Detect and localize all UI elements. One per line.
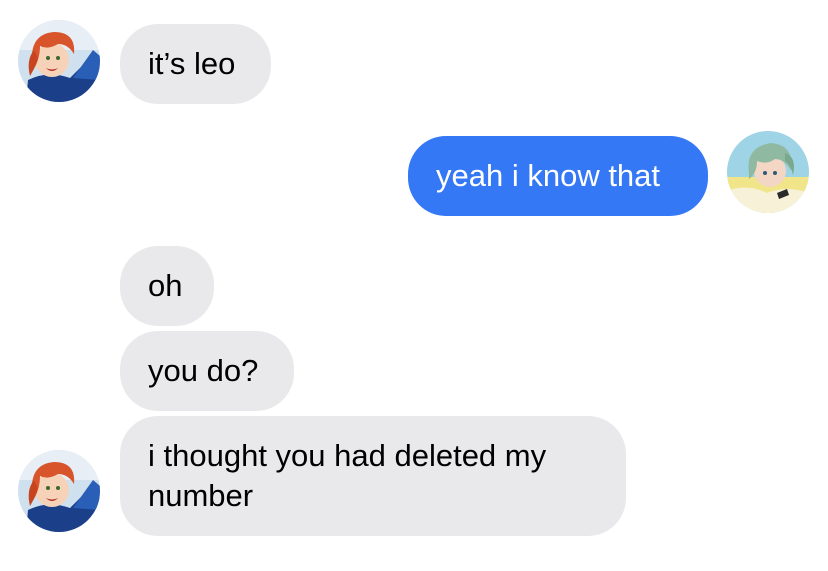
message-bubble-incoming[interactable]: i thought you had deleted my number (120, 416, 626, 536)
message-text: yeah i know that (436, 158, 661, 193)
avatar-leo[interactable] (18, 20, 100, 102)
message-text: oh (148, 268, 183, 303)
message-text: i thought you had deleted my number (148, 438, 547, 513)
message-text: it’s leo (148, 46, 236, 81)
message-bubble-incoming[interactable]: oh (120, 246, 214, 326)
avatar-leo-image (18, 450, 100, 532)
avatar-leo[interactable] (18, 450, 100, 532)
message-bubble-incoming[interactable]: it’s leo (120, 24, 271, 104)
message-bubble-outgoing[interactable]: yeah i know that (408, 136, 708, 216)
avatar-me[interactable] (727, 131, 809, 213)
message-bubble-incoming[interactable]: you do? (120, 331, 294, 411)
message-text: you do? (148, 353, 259, 388)
avatar-leo-image (18, 20, 100, 102)
avatar-me-image (727, 131, 809, 213)
